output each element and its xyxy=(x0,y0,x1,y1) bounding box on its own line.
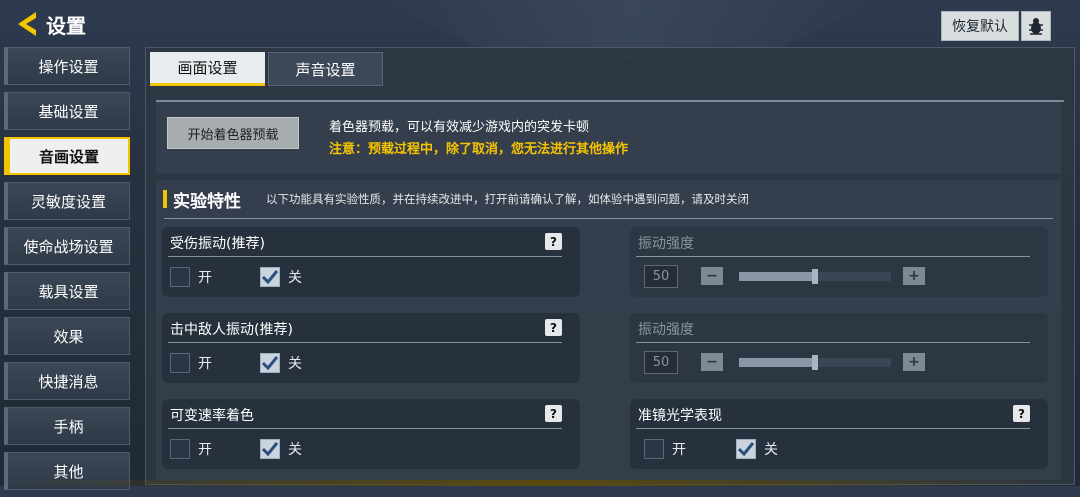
experimental-section: 实验特性 以下功能具有实验性质，并在持续改进中，打开前请确认了解，如体验中遇到问… xyxy=(156,180,1061,480)
divider xyxy=(636,256,1030,257)
sidebar: 操作设置 基础设置 音画设置 灵敏度设置 使命战场设置 载具设置 效果 快捷消息… xyxy=(4,47,130,497)
divider xyxy=(168,428,562,429)
hit-vibration-on-option[interactable]: 开 xyxy=(170,267,212,287)
sidebar-item-quick-messages[interactable]: 快捷消息 xyxy=(4,362,130,400)
sidebar-item-controls[interactable]: 操作设置 xyxy=(4,47,130,85)
increase-button[interactable]: + xyxy=(903,267,925,285)
scope-optics-off-option[interactable]: 关 xyxy=(736,439,778,459)
vibration-strength-value: 50 xyxy=(644,351,678,374)
hit-vibration-card: 受伤振动(推荐) ? 开 关 xyxy=(162,227,580,297)
enemy-vibration-card: 击中敌人振动(推荐) ? 开 关 xyxy=(162,313,580,383)
option-label: 关 xyxy=(288,270,302,286)
tab-bar: 画面设置 声音设置 xyxy=(150,52,386,86)
scope-optics-card: 准镜光学表现 ? 开 关 xyxy=(630,399,1048,469)
hit-vibration-strength-card: 振动强度 50 − + xyxy=(630,227,1048,297)
shader-warning: 注意：预载过程中，除了取消，您无法进行其他操作 xyxy=(329,142,629,157)
checkmark-icon xyxy=(261,442,279,457)
vibration-strength-value: 50 xyxy=(644,265,678,288)
vrs-on-option[interactable]: 开 xyxy=(170,439,212,459)
sidebar-item-vehicle[interactable]: 载具设置 xyxy=(4,272,130,310)
hit-vibration-off-option[interactable]: 关 xyxy=(260,267,302,287)
divider xyxy=(164,218,1053,219)
checkbox-unchecked[interactable] xyxy=(170,353,190,373)
checkbox-unchecked[interactable] xyxy=(644,439,664,459)
checkbox-checked[interactable] xyxy=(260,267,280,287)
enemy-vibration-on-option[interactable]: 开 xyxy=(170,353,212,373)
enemy-vibration-strength-card: 振动强度 50 − + xyxy=(630,313,1048,383)
scope-optics-on-option[interactable]: 开 xyxy=(644,439,686,459)
checkbox-checked[interactable] xyxy=(260,439,280,459)
option-label: 开 xyxy=(198,270,212,286)
slider-fill xyxy=(739,272,815,281)
checkbox-checked[interactable] xyxy=(260,353,280,373)
vrs-title: 可变速率着色 xyxy=(170,408,254,424)
option-label: 开 xyxy=(198,442,212,458)
slider-fill xyxy=(739,358,815,367)
option-label: 关 xyxy=(288,442,302,458)
enemy-vibration-off-option[interactable]: 关 xyxy=(260,353,302,373)
experimental-title: 实验特性 xyxy=(173,192,241,212)
checkmark-icon xyxy=(261,270,279,285)
help-icon[interactable]: ? xyxy=(545,233,562,250)
bug-icon[interactable] xyxy=(1021,11,1051,41)
hit-vibration-title: 受伤振动(推荐) xyxy=(170,236,265,252)
checkmark-icon xyxy=(737,442,755,457)
slider-knob[interactable] xyxy=(812,269,818,284)
checkbox-checked[interactable] xyxy=(736,439,756,459)
vrs-card: 可变速率着色 ? 开 关 xyxy=(162,399,580,469)
shader-preload-button[interactable]: 开始着色器预载 xyxy=(167,117,299,149)
help-icon[interactable]: ? xyxy=(545,405,562,422)
experimental-description: 以下功能具有实验性质，并在持续改进中，打开前请确认了解，如体验中遇到问题，请及时… xyxy=(266,192,749,206)
settings-panel: 画面设置 声音设置 开始着色器预载 着色器预载，可以有效减少游戏内的突发卡顿 注… xyxy=(145,47,1075,485)
vibration-strength-title: 振动强度 xyxy=(638,322,694,338)
option-label: 开 xyxy=(198,356,212,372)
shader-note: 着色器预载，可以有效减少游戏内的突发卡顿 xyxy=(329,120,590,135)
sidebar-item-sensitivity[interactable]: 灵敏度设置 xyxy=(4,182,130,220)
enemy-vibration-title: 击中敌人振动(推荐) xyxy=(170,322,293,338)
sidebar-item-battle-royale[interactable]: 使命战场设置 xyxy=(4,227,130,265)
tab-sound[interactable]: 声音设置 xyxy=(268,52,383,86)
slider-knob[interactable] xyxy=(812,355,818,370)
sidebar-item-controller[interactable]: 手柄 xyxy=(4,407,130,445)
divider xyxy=(168,342,562,343)
section-accent-bar xyxy=(163,190,167,208)
sidebar-item-effects[interactable]: 效果 xyxy=(4,317,130,355)
help-icon[interactable]: ? xyxy=(1013,405,1030,422)
help-icon[interactable]: ? xyxy=(545,319,562,336)
back-arrow-icon[interactable] xyxy=(14,10,40,38)
option-label: 关 xyxy=(764,442,778,458)
shader-preload-section: 开始着色器预载 着色器预载，可以有效减少游戏内的突发卡顿 注意：预载过程中，除了… xyxy=(156,102,1061,174)
restore-defaults-button[interactable]: 恢复默认 xyxy=(941,11,1019,41)
bottom-decoration xyxy=(0,480,1080,486)
vibration-strength-title: 振动强度 xyxy=(638,236,694,252)
decrease-button[interactable]: − xyxy=(701,353,723,371)
decrease-button[interactable]: − xyxy=(701,267,723,285)
tab-graphics[interactable]: 画面设置 xyxy=(150,52,265,86)
option-label: 关 xyxy=(288,356,302,372)
checkmark-icon xyxy=(261,356,279,371)
increase-button[interactable]: + xyxy=(903,353,925,371)
divider xyxy=(636,428,1030,429)
scope-optics-title: 准镜光学表现 xyxy=(638,408,722,424)
checkbox-unchecked[interactable] xyxy=(170,267,190,287)
option-label: 开 xyxy=(672,442,686,458)
divider xyxy=(636,342,1030,343)
vrs-off-option[interactable]: 关 xyxy=(260,439,302,459)
checkbox-unchecked[interactable] xyxy=(170,439,190,459)
divider xyxy=(168,256,562,257)
page-title: 设置 xyxy=(46,14,86,38)
sidebar-item-basic[interactable]: 基础设置 xyxy=(4,92,130,130)
sidebar-item-audio-video[interactable]: 音画设置 xyxy=(4,137,130,175)
